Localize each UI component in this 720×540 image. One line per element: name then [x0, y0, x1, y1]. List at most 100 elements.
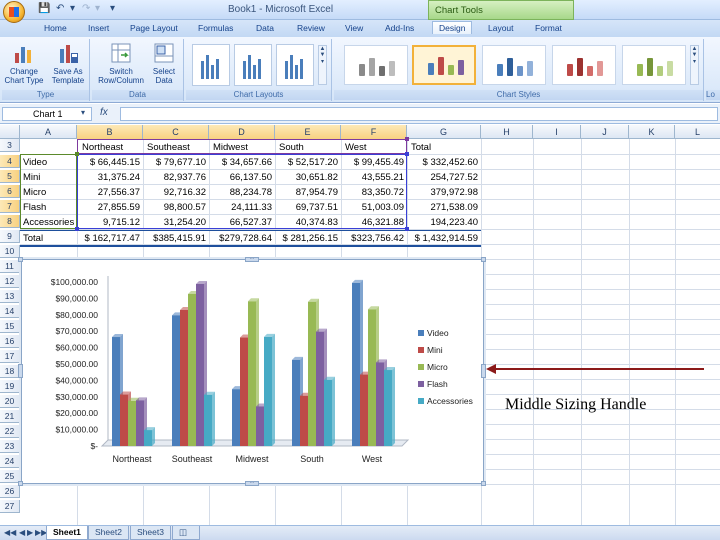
- table-cell[interactable]: 69,737.51: [275, 201, 341, 214]
- row-header[interactable]: 9: [0, 230, 20, 243]
- header-cell-northeast[interactable]: Northeast: [82, 141, 142, 154]
- sheet-tab-sheet3[interactable]: Sheet3: [130, 526, 171, 540]
- embedded-chart[interactable]: $100,000.00 $90,000.00 $80,000.00 $70,000.0…: [21, 259, 484, 484]
- row-header[interactable]: 23: [0, 440, 20, 453]
- row-label-micro[interactable]: Micro: [23, 186, 77, 199]
- chart-layout-1[interactable]: [192, 44, 230, 86]
- table-cell[interactable]: 83,350.72: [341, 186, 407, 199]
- tab-formulas[interactable]: Formulas: [198, 23, 233, 33]
- column-header-c[interactable]: C: [143, 125, 209, 139]
- row-header[interactable]: 19: [0, 380, 20, 393]
- row-header[interactable]: 14: [0, 305, 20, 318]
- save-icon[interactable]: 💾: [38, 3, 50, 14]
- tab-data[interactable]: Data: [256, 23, 274, 33]
- total-cell[interactable]: $ 281,256.15: [275, 232, 341, 245]
- save-as-template-button[interactable]: Save As Template: [48, 41, 88, 85]
- header-cell-midwest[interactable]: Midwest: [213, 141, 273, 154]
- column-header-a[interactable]: A: [20, 125, 77, 139]
- table-cell[interactable]: 51,003.09: [341, 201, 407, 214]
- next-sheet-icon[interactable]: ▶: [27, 528, 33, 537]
- header-cell-west[interactable]: West: [345, 141, 405, 154]
- column-header-e[interactable]: E: [275, 125, 341, 139]
- table-cell[interactable]: 66,137.50: [209, 171, 275, 184]
- row-header[interactable]: 18: [0, 365, 20, 378]
- row-header[interactable]: 24: [0, 455, 20, 468]
- table-cell[interactable]: 30,651.82: [275, 171, 341, 184]
- bottom-left-corner-handle[interactable]: [18, 481, 23, 486]
- row-header[interactable]: 10: [0, 245, 20, 258]
- name-box[interactable]: Chart 1: [2, 107, 92, 121]
- row-label-flash[interactable]: Flash: [23, 201, 77, 214]
- undo-icon[interactable]: ↶: [56, 3, 64, 14]
- row-label-accessories[interactable]: Accessories: [23, 216, 77, 229]
- table-cell[interactable]: 98,800.57: [143, 201, 209, 214]
- redo-icon[interactable]: ↷: [82, 3, 90, 14]
- tab-layout[interactable]: Layout: [488, 23, 514, 33]
- table-cell[interactable]: 194,223.40: [407, 216, 481, 229]
- column-header-j[interactable]: J: [581, 125, 629, 139]
- tab-add-ins[interactable]: Add-Ins: [385, 23, 414, 33]
- header-cell-south[interactable]: South: [279, 141, 339, 154]
- tab-page-layout[interactable]: Page Layout: [130, 23, 178, 33]
- table-cell[interactable]: $ 66,445.15: [77, 156, 143, 169]
- table-cell[interactable]: 82,937.76: [143, 171, 209, 184]
- total-cell[interactable]: $ 1,432,914.59: [407, 232, 481, 245]
- table-cell[interactable]: 46,321.88: [341, 216, 407, 229]
- table-cell[interactable]: 9,715.12: [77, 216, 143, 229]
- tab-review[interactable]: Review: [297, 23, 325, 33]
- chart-layouts-scroll[interactable]: ▲ ▼ ▾: [318, 45, 327, 85]
- tab-insert[interactable]: Insert: [88, 23, 109, 33]
- column-header-i[interactable]: I: [533, 125, 581, 139]
- office-button[interactable]: [3, 1, 25, 23]
- tab-home[interactable]: Home: [44, 23, 67, 33]
- row-header[interactable]: 17: [0, 350, 20, 363]
- table-cell[interactable]: 43,555.21: [341, 171, 407, 184]
- table-cell[interactable]: $ 99,455.49: [341, 156, 407, 169]
- customize-toolbar-icon[interactable]: ▾: [110, 3, 115, 14]
- tab-view[interactable]: View: [345, 23, 363, 33]
- table-cell[interactable]: 254,727.52: [407, 171, 481, 184]
- table-cell[interactable]: 31,375.24: [77, 171, 143, 184]
- range-handle[interactable]: [405, 137, 409, 141]
- table-cell[interactable]: 271,538.09: [407, 201, 481, 214]
- select-all-corner[interactable]: [0, 125, 20, 139]
- column-header-l[interactable]: L: [675, 125, 720, 139]
- top-sizing-handle[interactable]: ···: [245, 257, 259, 262]
- table-cell[interactable]: 379,972.98: [407, 186, 481, 199]
- chart-style-2-selected[interactable]: [412, 45, 476, 85]
- tab-format[interactable]: Format: [535, 23, 562, 33]
- row-header[interactable]: 22: [0, 425, 20, 438]
- column-header-f[interactable]: F: [341, 125, 407, 139]
- row-header[interactable]: 16: [0, 335, 20, 348]
- total-cell[interactable]: $ 162,717.47: [77, 232, 143, 245]
- row-header[interactable]: 11: [0, 260, 20, 273]
- row-label-video[interactable]: Video: [23, 156, 77, 169]
- row-header[interactable]: 4: [0, 155, 20, 168]
- column-header-d[interactable]: D: [209, 125, 275, 139]
- row-header[interactable]: 21: [0, 410, 20, 423]
- chart-style-5[interactable]: [622, 45, 686, 85]
- row-header[interactable]: 5: [0, 170, 20, 183]
- table-cell[interactable]: 31,254.20: [143, 216, 209, 229]
- switch-row-column-button[interactable]: Switch Row/Column: [96, 41, 146, 85]
- row-header[interactable]: 7: [0, 200, 20, 213]
- column-header-g[interactable]: G: [407, 125, 481, 139]
- table-cell[interactable]: 92,716.32: [143, 186, 209, 199]
- total-cell[interactable]: $279,728.64: [209, 232, 275, 245]
- chart-styles-scroll[interactable]: ▲ ▼ ▾: [690, 45, 699, 85]
- row-header[interactable]: 12: [0, 275, 20, 288]
- row-header[interactable]: 3: [0, 139, 20, 152]
- range-handle[interactable]: [75, 227, 79, 231]
- range-handle[interactable]: [75, 152, 79, 156]
- sheet-tab-sheet1[interactable]: Sheet1: [46, 526, 88, 540]
- table-cell[interactable]: $ 34,657.66: [209, 156, 275, 169]
- table-cell[interactable]: 24,111.33: [209, 201, 275, 214]
- top-left-corner-handle[interactable]: [18, 257, 23, 262]
- row-header[interactable]: 25: [0, 470, 20, 483]
- range-handle[interactable]: [405, 152, 409, 156]
- sheet-tab-sheet2[interactable]: Sheet2: [88, 526, 129, 540]
- table-cell[interactable]: 66,527.37: [209, 216, 275, 229]
- formula-input[interactable]: [120, 107, 718, 121]
- previous-sheet-icon[interactable]: ◀: [19, 528, 25, 537]
- row-header[interactable]: 13: [0, 290, 20, 303]
